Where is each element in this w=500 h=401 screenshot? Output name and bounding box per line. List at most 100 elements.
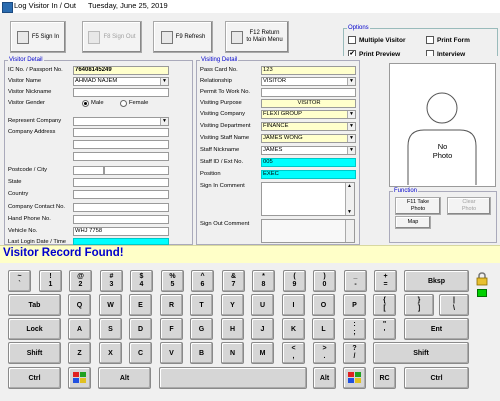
- hand-phone-field[interactable]: [73, 215, 169, 224]
- key-row1-12[interactable]: + =: [374, 270, 397, 292]
- left-ctrl-key[interactable]: Ctrl: [8, 367, 61, 389]
- left-shift-key[interactable]: Shift: [8, 342, 61, 364]
- key-k[interactable]: K: [282, 318, 305, 340]
- address-line-1[interactable]: [73, 128, 169, 137]
- key-row1-8[interactable]: * 8: [252, 270, 275, 292]
- key-backslash[interactable]: | \: [439, 294, 469, 316]
- left-windows-key[interactable]: [68, 367, 91, 389]
- key-c[interactable]: C: [129, 342, 152, 364]
- key-row1-9[interactable]: (9: [283, 270, 306, 292]
- key-a[interactable]: A: [68, 318, 91, 340]
- key-i[interactable]: I: [282, 294, 305, 316]
- refresh-button[interactable]: F9 Refresh: [153, 21, 213, 53]
- map-button[interactable]: Map: [395, 216, 431, 229]
- key-row1-7[interactable]: & 7: [222, 270, 245, 292]
- permit-field[interactable]: [261, 88, 356, 97]
- take-photo-button[interactable]: F11 Take Photo: [395, 197, 441, 215]
- key-row1-5[interactable]: % 5: [161, 270, 184, 292]
- return-main-menu-button[interactable]: F12 Return to Main Menu: [225, 21, 289, 53]
- purpose-field[interactable]: VISITOR: [261, 99, 356, 108]
- right-windows-key[interactable]: [343, 367, 366, 389]
- left-alt-key[interactable]: Alt: [98, 367, 151, 389]
- female-radio[interactable]: [120, 100, 127, 107]
- pass-card-field[interactable]: 123: [261, 66, 356, 75]
- key-m[interactable]: M: [251, 342, 274, 364]
- chevron-down-icon: ▼: [160, 78, 168, 85]
- right-alt-key[interactable]: Alt: [313, 367, 336, 389]
- key-d[interactable]: D: [129, 318, 152, 340]
- key-row1-6[interactable]: ^ 6: [191, 270, 214, 292]
- key-row1-11[interactable]: _ -: [344, 270, 367, 292]
- key-bracket-right[interactable]: }]: [404, 294, 434, 316]
- key-h[interactable]: H: [221, 318, 244, 340]
- company-contact-field[interactable]: [73, 203, 169, 212]
- vehicle-field[interactable]: WHJ 7758: [73, 227, 169, 236]
- signin-comment-textarea[interactable]: ▲ ▼: [261, 182, 355, 216]
- caps-lock-key[interactable]: Lock: [8, 318, 61, 340]
- key-y[interactable]: Y: [221, 294, 244, 316]
- sign-out-button[interactable]: F8 Sign Out: [82, 21, 142, 53]
- key-row1-10[interactable]: ) 0: [313, 270, 336, 292]
- department-dropdown[interactable]: FINANCE ▼: [261, 122, 356, 131]
- address-line-2[interactable]: [73, 140, 169, 149]
- space-key[interactable]: [159, 367, 307, 389]
- key-r[interactable]: R: [160, 294, 183, 316]
- right-click-key[interactable]: RC: [373, 367, 396, 389]
- ic-field[interactable]: 76408145249: [73, 66, 169, 75]
- clear-photo-button[interactable]: Clear Photo: [447, 197, 491, 215]
- key-n[interactable]: N: [221, 342, 244, 364]
- key-u[interactable]: U: [251, 294, 274, 316]
- key-semicolon[interactable]: :;: [343, 318, 366, 340]
- sign-in-button[interactable]: F5 Sign In: [10, 21, 66, 53]
- key-bracket-left[interactable]: {[: [373, 294, 396, 316]
- key-s[interactable]: S: [99, 318, 122, 340]
- key-row1-2[interactable]: @2: [69, 270, 92, 292]
- signout-comment-textarea[interactable]: [261, 219, 355, 243]
- key-z[interactable]: Z: [68, 342, 91, 364]
- visitor-name-dropdown[interactable]: AHMAD NAJEM ▼: [73, 77, 169, 86]
- address-line-3[interactable]: [73, 152, 169, 161]
- key-slash[interactable]: ? /: [343, 342, 366, 364]
- key-row1-4[interactable]: $4: [130, 270, 153, 292]
- key-b[interactable]: B: [190, 342, 213, 364]
- tab-key[interactable]: Tab: [8, 294, 61, 316]
- key-e[interactable]: E: [129, 294, 152, 316]
- nickname-field[interactable]: [73, 88, 169, 97]
- key-quote[interactable]: " ': [373, 318, 396, 340]
- print-form-checkbox[interactable]: Print Form: [426, 36, 470, 44]
- city-field[interactable]: [104, 166, 169, 175]
- relationship-dropdown[interactable]: VISITOR ▼: [261, 77, 356, 86]
- key-l[interactable]: L: [312, 318, 335, 340]
- right-ctrl-key[interactable]: Ctrl: [404, 367, 469, 389]
- represent-company-dropdown[interactable]: ▼: [73, 117, 169, 126]
- signout-comment-scrollbar[interactable]: [345, 220, 354, 242]
- key-row1-1[interactable]: ! 1: [39, 270, 62, 292]
- key-q[interactable]: Q: [68, 294, 91, 316]
- postcode-field[interactable]: [73, 166, 104, 175]
- key-w[interactable]: W: [99, 294, 122, 316]
- state-field[interactable]: [73, 178, 169, 187]
- padlock-icon[interactable]: [476, 272, 488, 286]
- key-o[interactable]: O: [312, 294, 335, 316]
- key-row1-3[interactable]: #3: [100, 270, 123, 292]
- key-j[interactable]: J: [251, 318, 274, 340]
- staff-name-dropdown[interactable]: JAMES WONG ▼: [261, 134, 356, 143]
- key-v[interactable]: V: [160, 342, 183, 364]
- key-g[interactable]: G: [190, 318, 213, 340]
- key-comma[interactable]: <,: [282, 342, 305, 364]
- key-p[interactable]: P: [343, 294, 366, 316]
- multiple-visitor-checkbox[interactable]: Multiple Visitor: [348, 36, 405, 44]
- enter-key[interactable]: Ent: [404, 318, 469, 340]
- visiting-company-dropdown[interactable]: FLEXI GROUP ▼: [261, 110, 356, 119]
- right-shift-key[interactable]: Shift: [373, 342, 469, 364]
- key-period[interactable]: >.: [313, 342, 336, 364]
- key-row1-0[interactable]: ~ `: [8, 270, 31, 292]
- male-radio[interactable]: [82, 100, 89, 107]
- staff-nickname-dropdown[interactable]: JAMES ▼: [261, 146, 356, 155]
- country-field[interactable]: [73, 190, 169, 199]
- key-x[interactable]: X: [99, 342, 122, 364]
- signin-comment-scrollbar[interactable]: ▲ ▼: [345, 183, 354, 215]
- backspace-key[interactable]: Bksp: [404, 270, 469, 292]
- key-t[interactable]: T: [190, 294, 213, 316]
- key-f[interactable]: F: [160, 318, 183, 340]
